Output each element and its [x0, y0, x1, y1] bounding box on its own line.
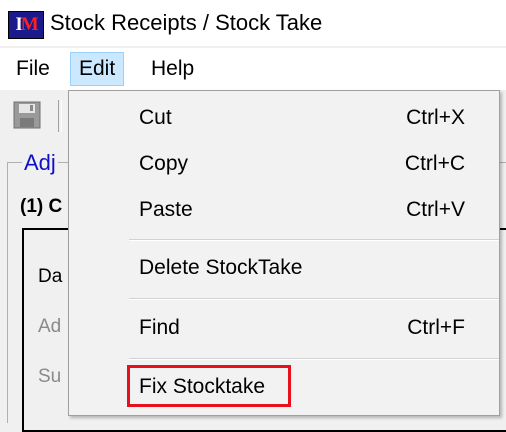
- menu-item-paste[interactable]: Paste Ctrl+V: [69, 191, 499, 231]
- field-label-adjustment: Ad: [38, 316, 62, 337]
- menu-separator: [129, 239, 499, 241]
- menu-item-find[interactable]: Find Ctrl+F: [69, 309, 499, 349]
- menu-item-label: Delete StockTake: [139, 256, 303, 279]
- menu-file[interactable]: File: [8, 52, 58, 86]
- toolbar-separator: [58, 100, 62, 132]
- panel-title: Adj: [22, 150, 58, 176]
- save-disk-icon: [13, 101, 41, 129]
- menu-item-delete-stocktake[interactable]: Delete StockTake: [69, 249, 499, 289]
- menu-item-cut[interactable]: Cut Ctrl+X: [69, 99, 499, 139]
- edit-menu-dropdown: Cut Ctrl+X Copy Ctrl+C Paste Ctrl+V Dele…: [68, 90, 500, 416]
- menu-separator: [129, 298, 499, 300]
- menu-item-shortcut: Ctrl+F: [407, 316, 465, 339]
- menu-separator: [129, 358, 499, 360]
- menu-help[interactable]: Help: [143, 52, 202, 86]
- menu-item-label: Copy: [139, 152, 189, 175]
- menu-bar: File Edit Help: [0, 48, 506, 90]
- app-logo-icon: IM: [8, 11, 44, 39]
- menu-edit[interactable]: Edit: [70, 52, 125, 86]
- menu-item-shortcut: Ctrl+X: [406, 106, 465, 129]
- menu-item-label: Find: [139, 316, 180, 339]
- menu-item-shortcut: Ctrl+V: [406, 198, 465, 221]
- save-button[interactable]: [12, 100, 42, 130]
- highlight-box: [127, 365, 291, 407]
- menu-item-shortcut: Ctrl+C: [404, 152, 465, 175]
- window-title: Stock Receipts / Stock Take: [50, 10, 323, 35]
- title-bar: IM Stock Receipts / Stock Take: [0, 0, 506, 46]
- menu-item-label: Cut: [139, 106, 172, 129]
- menu-item-copy[interactable]: Copy Ctrl+C: [69, 145, 499, 185]
- field-label-date: Da: [38, 266, 63, 287]
- section-label: (1) C: [20, 196, 63, 217]
- menu-item-label: Paste: [139, 198, 193, 221]
- field-label-supplier: Su: [38, 366, 62, 387]
